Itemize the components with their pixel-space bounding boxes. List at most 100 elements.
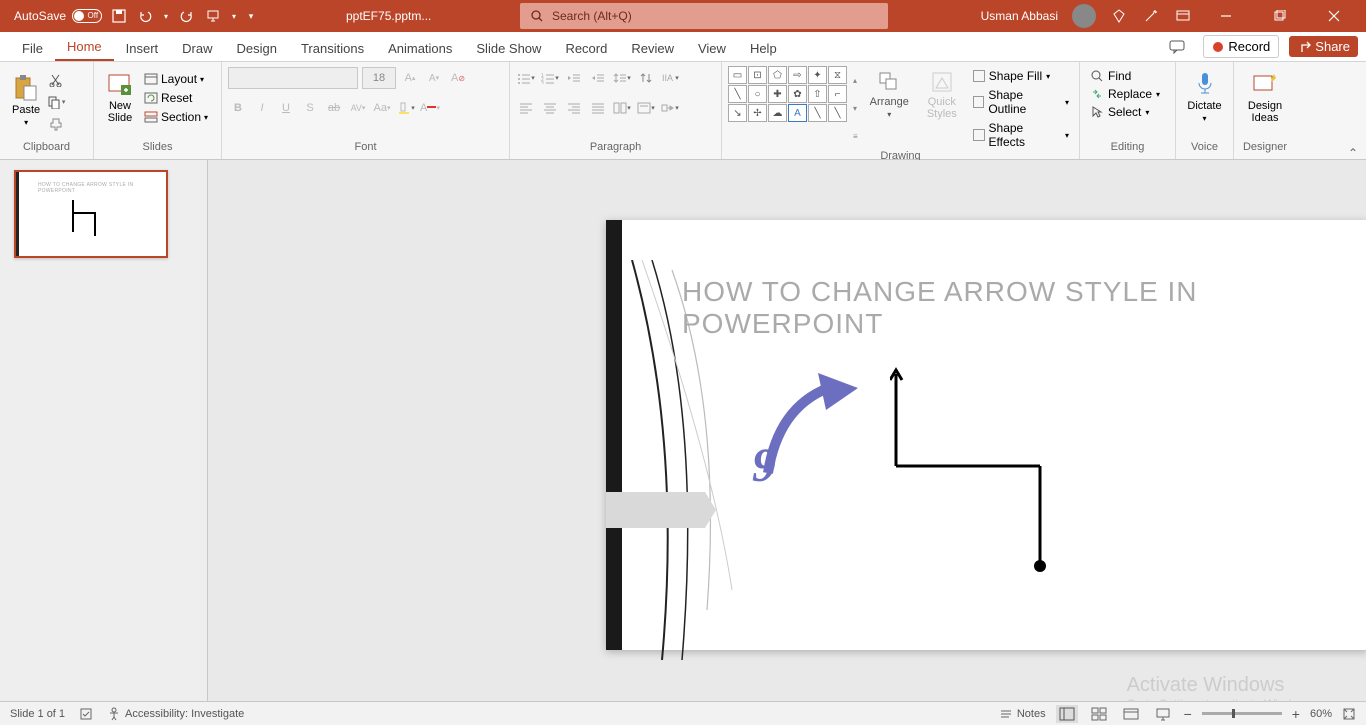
ribbon-display-icon[interactable] [1174,7,1192,25]
shape-fill-button[interactable]: Shape Fill▾ [969,68,1073,84]
underline-button[interactable]: U [276,98,296,118]
zoom-in-button[interactable]: + [1292,706,1300,722]
shape-move-icon[interactable]: ✢ [748,104,767,122]
save-icon[interactable] [110,7,128,25]
qat-customize-icon[interactable]: ▾ [246,7,256,25]
shape-oval-icon[interactable]: ○ [748,85,767,103]
copy-button[interactable]: ▾ [46,92,66,112]
notes-button[interactable]: Notes [999,708,1046,720]
tab-help[interactable]: Help [738,35,789,61]
spellcheck-icon[interactable] [79,707,93,721]
wand-icon[interactable] [1142,7,1160,25]
zoom-out-button[interactable]: − [1184,706,1192,722]
shape-arrow-icon[interactable]: ⇨ [788,66,807,84]
cut-button[interactable] [46,70,66,90]
shape-connector-icon[interactable]: ↘ [728,104,747,122]
layout-button[interactable]: Layout▾ [140,70,212,88]
fit-to-window-button[interactable] [1342,707,1356,721]
design-ideas-button[interactable]: Design Ideas [1240,66,1290,128]
minimize-button[interactable] [1206,0,1246,32]
tab-view[interactable]: View [686,35,738,61]
shape-hourglass-icon[interactable]: ⧖ [828,66,847,84]
find-button[interactable]: Find [1086,68,1169,84]
justify-button[interactable] [588,98,608,118]
shape-textbox2-icon[interactable]: A [788,104,807,122]
shape-elbow-icon[interactable]: ⌐ [828,85,847,103]
slide-counter[interactable]: Slide 1 of 1 [10,708,65,720]
shape-rect-icon[interactable]: ▭ [728,66,747,84]
shape-cloud-icon[interactable]: ☁ [768,104,787,122]
align-left-button[interactable] [516,98,536,118]
slide-thumbnail-1[interactable]: HOW TO CHANGE ARROW STYLE IN POWERPOINT [14,170,168,258]
strikethrough-button[interactable]: ab [324,98,344,118]
select-button[interactable]: Select▾ [1086,104,1169,120]
paste-button[interactable]: Paste ▾ [6,66,46,134]
accessibility-status[interactable]: Accessibility: Investigate [107,707,244,721]
numbering-button[interactable]: 123▾ [540,68,560,88]
shape-textbox-icon[interactable]: ⊡ [748,66,767,84]
italic-button[interactable]: I [252,98,272,118]
record-button[interactable]: Record [1203,35,1279,58]
tab-file[interactable]: File [10,35,55,61]
dictate-button[interactable]: Dictate▾ [1182,66,1227,127]
reset-button[interactable]: Reset [140,89,212,107]
shape-gear-icon[interactable]: ✿ [788,85,807,103]
tab-slideshow[interactable]: Slide Show [464,35,553,61]
shapes-gallery[interactable]: ▭ ⊡ ⬠ ⇨ ✦ ⧖ ╲ ○ ✚ ✿ ⇧ ⌐ ↘ ✢ ☁ A ╲ ╲ [728,66,847,150]
zoom-slider[interactable] [1202,712,1282,715]
smartart-button[interactable]: ▾ [660,98,680,118]
shape-effects-button[interactable]: Shape Effects▾ [969,120,1073,150]
tab-insert[interactable]: Insert [114,35,171,61]
undo-icon[interactable] [136,7,154,25]
shape-callout-icon[interactable]: ⬠ [768,66,787,84]
diamond-icon[interactable] [1110,7,1128,25]
increase-indent-button[interactable] [588,68,608,88]
columns-button[interactable]: ▾ [612,98,632,118]
font-color-button[interactable]: A▾ [420,98,440,118]
new-slide-button[interactable]: New Slide [100,66,140,128]
user-name[interactable]: Usman Abbasi [981,9,1058,23]
reading-view-button[interactable] [1120,705,1142,723]
bullets-button[interactable]: ▾ [516,68,536,88]
tab-review[interactable]: Review [619,35,686,61]
text-direction-button[interactable]: IIA▾ [660,68,680,88]
toggle-switch[interactable]: Off [72,9,102,23]
quick-styles-button[interactable]: Quick Styles [921,66,963,150]
present-icon[interactable] [204,7,222,25]
increase-font-button[interactable]: A▴ [400,68,420,88]
font-name-input[interactable] [228,67,358,89]
sorter-view-button[interactable] [1088,705,1110,723]
tab-home[interactable]: Home [55,33,114,61]
maximize-button[interactable] [1260,0,1300,32]
tab-animations[interactable]: Animations [376,35,464,61]
shapes-down-icon[interactable]: ▾ [853,104,858,113]
normal-view-button[interactable] [1056,705,1078,723]
align-right-button[interactable] [564,98,584,118]
align-text-button[interactable]: ▾ [636,98,656,118]
align-center-button[interactable] [540,98,560,118]
shapes-up-icon[interactable]: ▴ [853,76,858,85]
user-avatar[interactable] [1072,4,1096,28]
shapes-more-icon[interactable]: ≡ [853,132,858,141]
change-case-button[interactable]: Aa▾ [372,98,392,118]
tab-record[interactable]: Record [553,35,619,61]
autosave-toggle[interactable]: AutoSave Off [14,9,102,23]
redo-icon[interactable] [178,7,196,25]
shadow-button[interactable]: S [300,98,320,118]
shape-outline-button[interactable]: Shape Outline▾ [969,87,1073,117]
search-input[interactable]: Search (Alt+Q) [520,3,888,29]
line-spacing-button[interactable]: ▾ [612,68,632,88]
shape-line2-icon[interactable]: ╲ [808,104,827,122]
slide-thumbnails-panel[interactable]: 1 HOW TO CHANGE ARROW STYLE IN POWERPOIN… [0,160,208,725]
tab-transitions[interactable]: Transitions [289,35,376,61]
arrange-button[interactable]: Arrange▾ [864,66,915,150]
zoom-level[interactable]: 60% [1310,708,1332,720]
close-button[interactable] [1314,0,1354,32]
shape-line-icon[interactable]: ╲ [728,85,747,103]
slideshow-view-button[interactable] [1152,705,1174,723]
undo-dropdown-icon[interactable]: ▾ [162,7,170,25]
char-spacing-button[interactable]: AV▾ [348,98,368,118]
sort-button[interactable] [636,68,656,88]
font-size-input[interactable] [362,67,396,89]
shape-plus-icon[interactable]: ✚ [768,85,787,103]
